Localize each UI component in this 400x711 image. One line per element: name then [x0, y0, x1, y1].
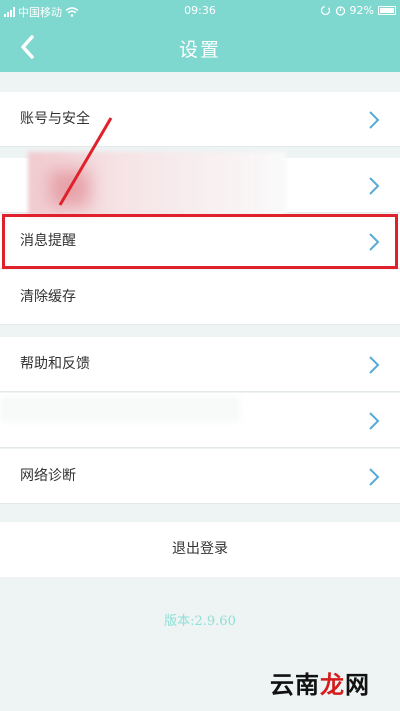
row-label: 帮助和反馈: [20, 356, 90, 372]
settings-row-message-reminder[interactable]: 消息提醒: [0, 214, 400, 269]
page-title: 设置: [178, 39, 221, 61]
row-label: 账号与安全: [20, 111, 90, 127]
nav-bar: 设置: [0, 22, 400, 72]
logout-button[interactable]: 退出登录: [0, 522, 400, 577]
sync-icon: [320, 5, 330, 16]
settings-row-network-diagnosis[interactable]: 网络诊断: [0, 449, 400, 504]
settings-row-clear-cache[interactable]: 清除缓存: [0, 270, 400, 325]
settings-row-obscured-2[interactable]: [0, 393, 400, 448]
watermark-text: 云南: [270, 671, 320, 699]
chevron-right-icon: [369, 412, 380, 430]
chevron-right-icon: [369, 468, 380, 486]
chevron-right-icon: [369, 233, 380, 251]
settings-row-account-security[interactable]: 账号与安全: [0, 92, 400, 147]
chevron-right-icon: [369, 177, 380, 195]
version-label: 版本:2.9.60: [164, 614, 236, 629]
watermark-text-accent: 龙: [320, 671, 345, 699]
settings-row-help-feedback[interactable]: 帮助和反馈: [0, 337, 400, 392]
settings-row-obscured[interactable]: [0, 158, 400, 213]
battery-percent: 92%: [349, 4, 374, 17]
status-right: 92%: [320, 4, 396, 17]
row-label: 网络诊断: [20, 468, 76, 484]
logout-label: 退出登录: [172, 541, 228, 557]
watermark-text-tail: 网: [345, 671, 370, 699]
row-label: 清除缓存: [20, 289, 76, 305]
chevron-right-icon: [369, 356, 380, 374]
battery-icon: [378, 6, 396, 15]
alarm-icon: [335, 6, 345, 16]
site-watermark: 云南龙网: [270, 665, 370, 700]
status-bar: 中国移动 09:36 92%: [0, 0, 400, 22]
row-label: 消息提醒: [20, 233, 76, 249]
chevron-right-icon: [369, 111, 380, 129]
